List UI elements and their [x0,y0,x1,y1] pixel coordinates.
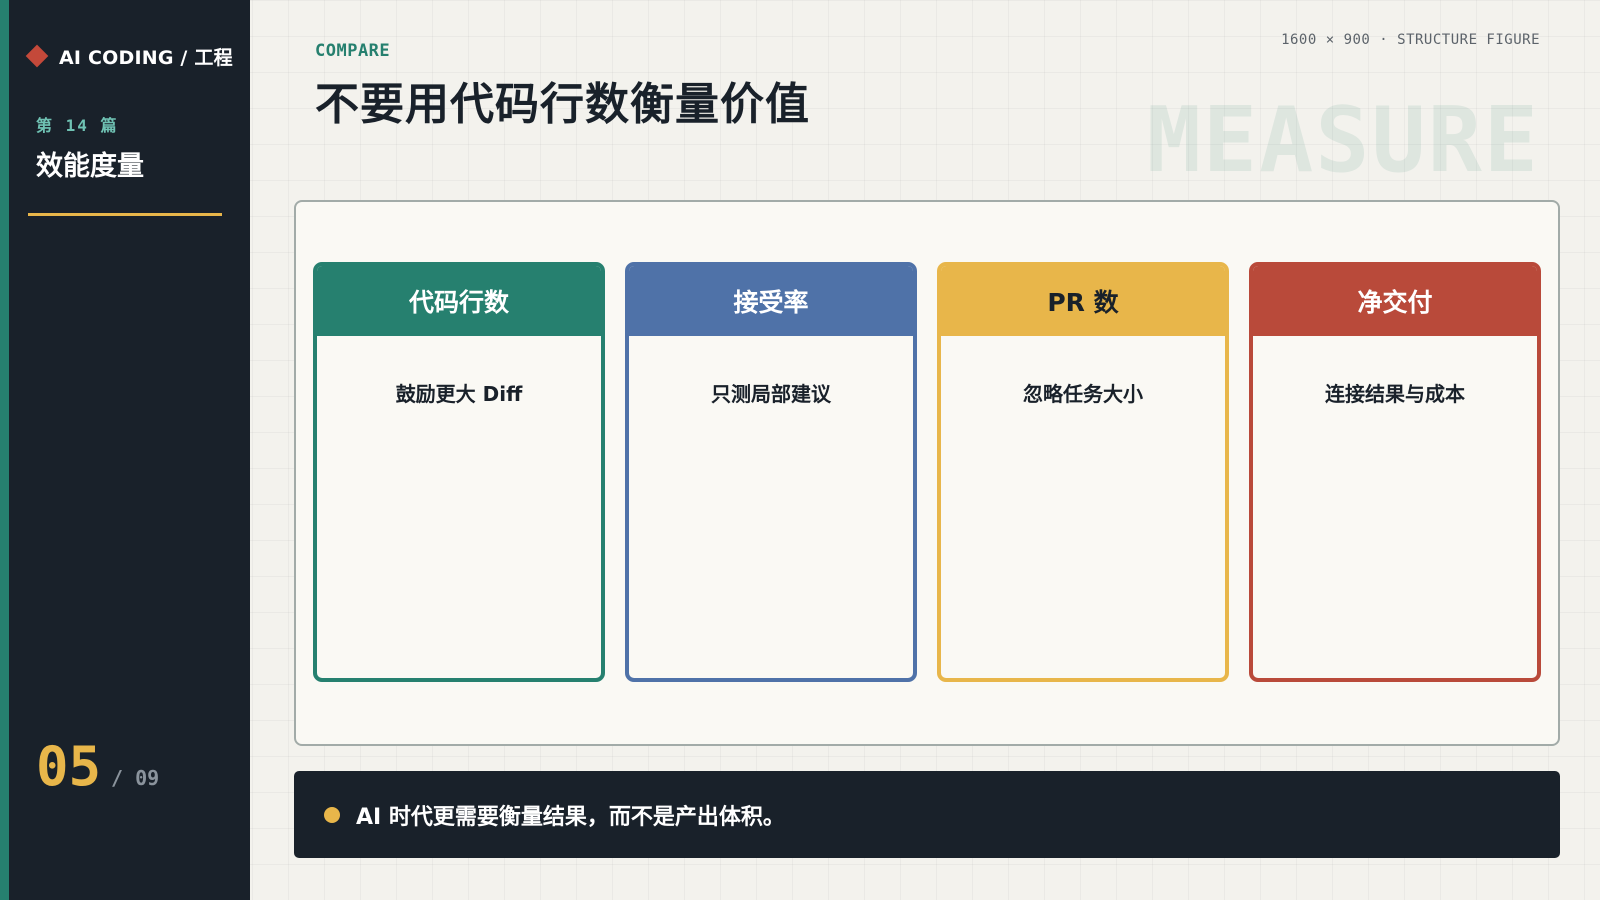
card-acceptance-rate: 接受率 只测局部建议 [625,262,917,682]
card-body: 只测局部建议 [711,382,831,406]
diamond-icon [25,44,49,68]
eyebrow-label: COMPARE [315,41,391,61]
card-body: 忽略任务大小 [1023,382,1143,406]
sidebar-accent-bar [0,0,9,900]
sidebar-divider [28,213,222,216]
card-body: 鼓励更大 Diff [395,382,523,406]
page-counter: 05 / 09 [36,740,159,794]
page-current: 05 [36,735,102,798]
page-total: / 09 [111,766,160,790]
sidebar: AI CODING / 工程 第 14 篇 效能度量 05 / 09 [0,0,250,900]
takeaway-callout: AI 时代更需要衡量结果，而不是产出体积。 [294,771,1560,858]
card-title: 接受率 [629,266,913,336]
brand: AI CODING / 工程 [24,44,233,69]
card-title: PR 数 [941,266,1225,336]
card-lines-of-code: 代码行数 鼓励更大 Diff [313,262,605,682]
card-body: 连接结果与成本 [1325,382,1465,406]
card-title: 净交付 [1253,266,1537,336]
part-title: 效能度量 [36,151,144,182]
part-label: 第 14 篇 [36,116,119,135]
bullet-dot-icon [324,806,340,823]
card-title: 代码行数 [317,266,601,336]
figure-meta-label: 1600 × 900 · STRUCTURE FIGURE [1281,32,1540,48]
card-pr-count: PR 数 忽略任务大小 [937,262,1229,682]
callout-text: AI 时代更需要衡量结果，而不是产出体积。 [356,804,785,830]
page-title: 不要用代码行数衡量价值 [315,79,810,130]
brand-text: AI CODING / 工程 [59,46,233,69]
card-net-delivery: 净交付 连接结果与成本 [1249,262,1541,682]
watermark-text: MEASURE [1146,88,1540,193]
